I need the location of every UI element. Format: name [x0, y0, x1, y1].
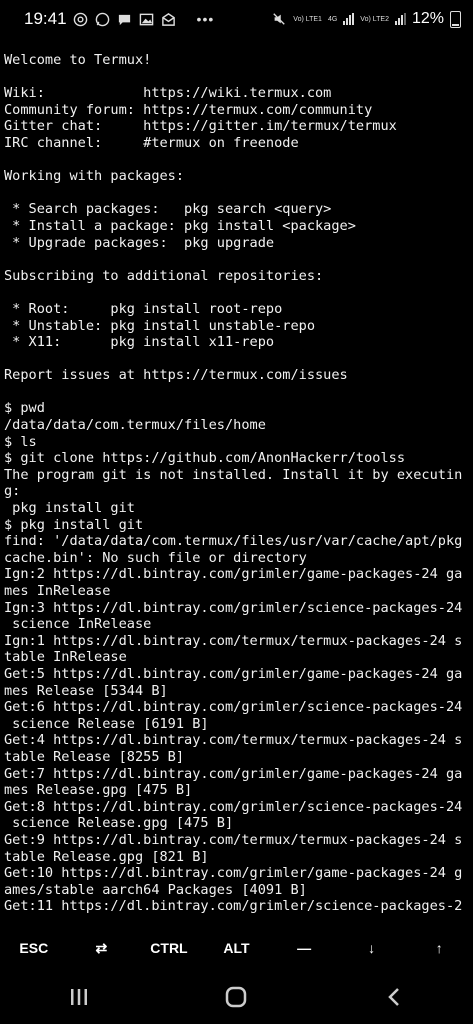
- terminal-line: Ign:2 https://dl.bintray.com/grimler/gam…: [4, 566, 463, 583]
- message-icon: [117, 11, 133, 27]
- terminal-line: Get:9 https://dl.bintray.com/termux/term…: [4, 831, 463, 848]
- terminal-line: Get:4 https://dl.bintray.com/termux/term…: [4, 732, 463, 749]
- recents-icon[interactable]: [49, 977, 109, 1017]
- terminal-line: Working with packages:: [4, 168, 185, 185]
- terminal-line: Get:6 https://dl.bintray.com/grimler/sci…: [4, 699, 463, 716]
- arrow-up-key[interactable]: ↑: [405, 928, 473, 968]
- terminal-line: ames/stable aarch64 Packages [4091 B]: [4, 881, 307, 898]
- terminal-line: Get:11 https://dl.bintray.com/grimler/sc…: [4, 898, 463, 915]
- terminal-line: science Release.gpg [475 B]: [4, 815, 234, 832]
- status-right: Vo) LTE1 4G Vo) LTE2 12%: [271, 0, 461, 38]
- terminal-line: science Release [6191 B]: [4, 715, 209, 732]
- terminal-line: science InRelease: [4, 616, 152, 633]
- terminal-line: Welcome to Termux!: [4, 52, 152, 68]
- terminal-line: Gitter chat: https://gitter.im/termux/te…: [4, 118, 397, 135]
- home-icon[interactable]: [206, 977, 266, 1017]
- terminal-line: Subscribing to additional repositories:: [4, 267, 324, 284]
- terminal-line: * Upgrade packages: pkg upgrade: [4, 234, 275, 251]
- ctrl-key[interactable]: CTRL: [135, 928, 203, 968]
- terminal-line: Get:8 https://dl.bintray.com/grimler/sci…: [4, 798, 463, 815]
- terminal-line: Ign:3 https://dl.bintray.com/grimler/sci…: [4, 599, 463, 616]
- terminal-line: Get:5 https://dl.bintray.com/grimler/gam…: [4, 665, 463, 682]
- more-notifications-icon: •••: [196, 11, 215, 27]
- network-type: 4G: [327, 15, 338, 23]
- terminal-line: Community forum: https://termux.com/comm…: [4, 101, 373, 118]
- dash-key[interactable]: —: [270, 928, 338, 968]
- terminal-line: find: '/data/data/com.termux/files/usr/v…: [4, 533, 463, 550]
- arrow-down-key[interactable]: ↓: [338, 928, 406, 968]
- terminal-line: Get:7 https://dl.bintray.com/grimler/gam…: [4, 765, 463, 782]
- terminal-line: Get:10 https://dl.bintray.com/grimler/ga…: [4, 865, 463, 882]
- terminal-output[interactable]: Welcome to Termux! Wiki: https://wiki.ter…: [4, 52, 473, 922]
- battery-percent: 12%: [411, 10, 444, 27]
- terminal-line: mes InRelease: [4, 583, 111, 599]
- terminal-line: mes Release [5344 B]: [4, 682, 168, 699]
- terminal-line: Ign:1 https://dl.bintray.com/termux/term…: [4, 632, 463, 649]
- sim2-label: Vo) LTE2: [360, 15, 389, 23]
- battery-icon: [450, 10, 461, 28]
- esc-key[interactable]: ESC: [0, 928, 68, 968]
- terminal-line: * X11: pkg install x11-repo: [4, 334, 275, 351]
- gallery-icon: [139, 11, 155, 27]
- status-left: 19:41 •••: [24, 0, 214, 38]
- terminal-line: $ pkg install git: [4, 516, 144, 533]
- signal-sim2-icon: [394, 13, 406, 25]
- whatsapp-icon: [95, 11, 111, 27]
- signal-sim1-icon: [343, 13, 355, 25]
- sim1-label: Vo) LTE1: [293, 15, 322, 23]
- terminal-line: * Unstable: pkg install unstable-repo: [4, 317, 315, 334]
- terminal-line: Report issues at https://termux.com/issu…: [4, 367, 348, 384]
- clock: 19:41: [24, 9, 67, 28]
- alt-key[interactable]: ALT: [203, 928, 271, 968]
- mute-icon: [271, 11, 287, 27]
- terminal-line: table Release.gpg [821 B]: [4, 848, 209, 865]
- terminal-line: cache.bin': No such file or directory: [4, 549, 307, 566]
- terminal-line: * Root: pkg install root-repo: [4, 300, 283, 317]
- terminal-line: IRC channel: #termux on freenode: [4, 134, 299, 151]
- at-sign-icon: [73, 11, 89, 27]
- terminal-line: The program git is not installed. Instal…: [4, 466, 463, 483]
- terminal-line: * Search packages: pkg search <query>: [4, 201, 332, 218]
- back-icon[interactable]: [364, 977, 424, 1017]
- navigation-bar: [0, 970, 473, 1024]
- terminal-line: /data/data/com.termux/files/home: [4, 417, 266, 434]
- tab-key-icon[interactable]: ⇄: [68, 928, 136, 968]
- terminal-line: table InRelease: [4, 649, 127, 666]
- terminal-line: $ pwd: [4, 400, 45, 417]
- status-bar: 19:41 ••• Vo) LTE1 4G Vo) LTE2 12%: [0, 0, 473, 38]
- email-icon: [161, 11, 177, 27]
- extra-keys-bar: ESC ⇄ CTRL ALT — ↓ ↑: [0, 928, 473, 968]
- terminal-line: Wiki: https://wiki.termux.com: [4, 85, 332, 102]
- terminal-line: table Release [8255 B]: [4, 748, 185, 765]
- terminal-line: $ git clone https://github.com/AnonHacke…: [4, 450, 406, 467]
- terminal-line: mes Release.gpg [475 B]: [4, 782, 193, 799]
- terminal-line: g:: [4, 483, 21, 500]
- terminal-line: * Install a package: pkg install <packag…: [4, 217, 356, 234]
- terminal-line: pkg install git: [4, 500, 135, 517]
- terminal-line: $ ls: [4, 433, 37, 450]
